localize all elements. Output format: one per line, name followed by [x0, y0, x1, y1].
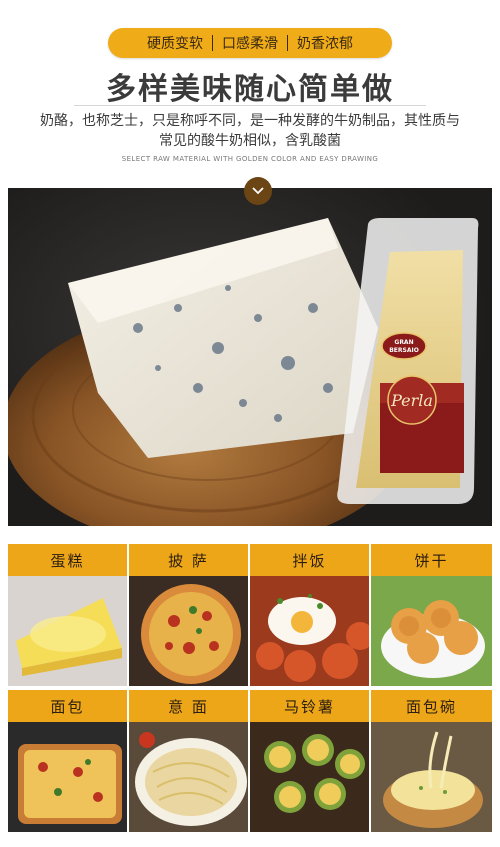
category-bread[interactable]: 面包: [8, 690, 129, 722]
pasta-image[interactable]: [129, 722, 250, 832]
category-pizza[interactable]: 披 萨: [129, 544, 250, 576]
pizza-image[interactable]: [129, 576, 250, 686]
category-pasta[interactable]: 意 面: [129, 690, 250, 722]
category-biscuit[interactable]: 饼干: [371, 544, 492, 576]
divider-line: [74, 105, 426, 106]
feature-3: 奶香浓郁: [297, 36, 353, 52]
brand-script: Perla: [390, 391, 433, 410]
subtitle: SELECT RAW MATERIAL WITH GOLDEN COLOR AN…: [121, 155, 379, 163]
category-potato[interactable]: 马铃薯: [250, 690, 371, 722]
potato-image[interactable]: [250, 722, 371, 832]
description: 奶酪，也称芝士，只是称呼不同，是一种发酵的牛奶制品，其性质与常见的酸牛奶相似，含…: [40, 113, 460, 149]
feature-pill: 硬质变软 口感柔滑 奶香浓郁: [108, 28, 392, 58]
hero-photo: GRAN BERSAIO Perla: [8, 188, 492, 526]
brand-bottom: BERSAIO: [389, 347, 419, 354]
rice-image[interactable]: [250, 576, 371, 686]
cheese-photo: GRAN BERSAIO Perla: [8, 218, 479, 526]
feature-1: 硬质变软: [147, 36, 203, 52]
image-row-2: [8, 722, 492, 832]
cake-image[interactable]: [8, 576, 129, 686]
scroll-down-button[interactable]: [244, 177, 272, 205]
category-row-1: 蛋糕 披 萨 拌饭 饼干: [8, 544, 492, 576]
bread-image[interactable]: [8, 722, 129, 832]
biscuit-image[interactable]: [371, 576, 492, 686]
recipe-grid: 蛋糕 披 萨 拌饭 饼干 面包 意 面 马铃薯 面包碗: [8, 544, 492, 832]
brand-top: GRAN: [394, 339, 413, 346]
bread-bowl-image[interactable]: [371, 722, 492, 832]
category-bread-bowl[interactable]: 面包碗: [371, 690, 492, 722]
headline: 多样美味随心简单做: [106, 72, 394, 107]
chevron-down-icon: [252, 187, 264, 195]
category-rice[interactable]: 拌饭: [250, 544, 371, 576]
category-row-2: 面包 意 面 马铃薯 面包碗: [8, 690, 492, 722]
product-detail-page: 硬质变软 口感柔滑 奶香浓郁 多样美味随心简单做 奶酪，也称芝士，只是称呼不同，…: [0, 0, 500, 847]
image-row-1: [8, 576, 492, 686]
cheese-package: GRAN BERSAIO Perla: [337, 218, 479, 504]
category-cake[interactable]: 蛋糕: [8, 544, 129, 576]
feature-2: 口感柔滑: [222, 36, 278, 52]
